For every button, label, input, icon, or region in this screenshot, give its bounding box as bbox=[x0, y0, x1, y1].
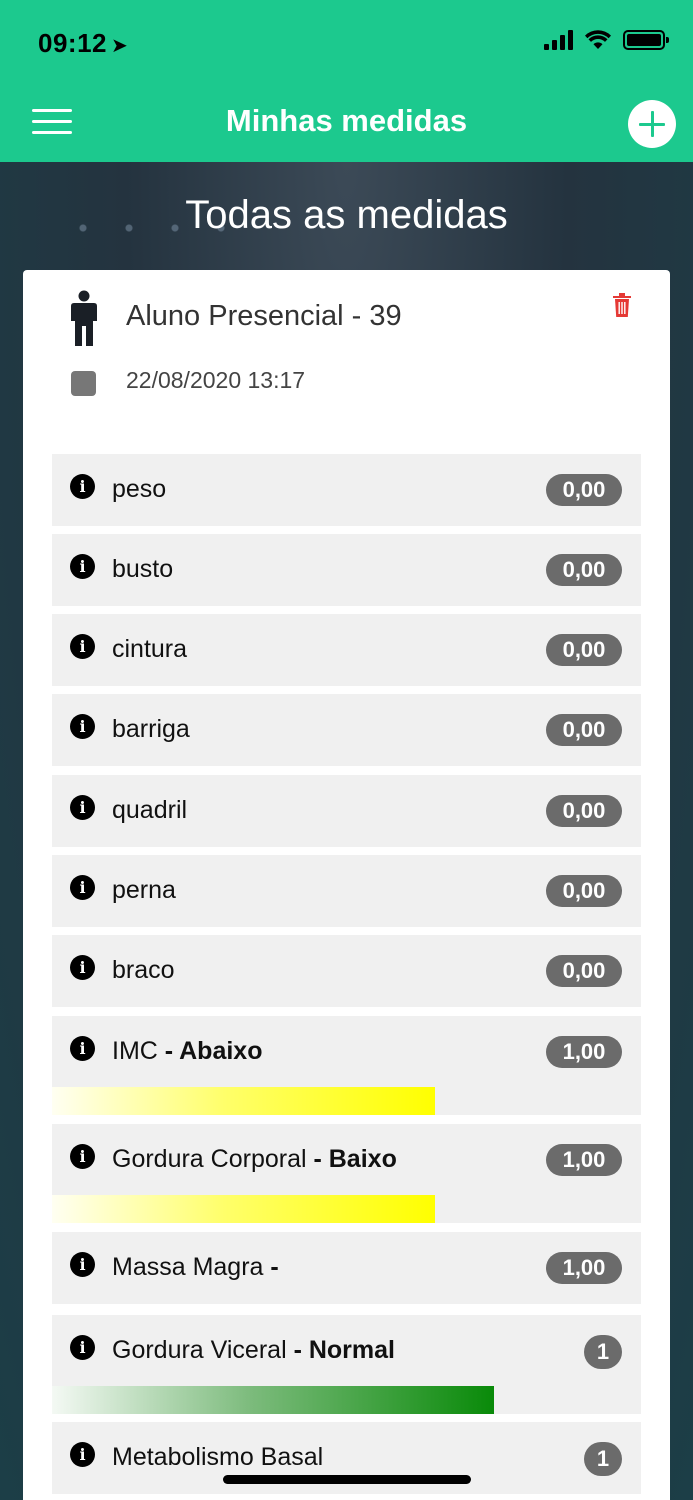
card-title: Aluno Presencial - 39 bbox=[126, 300, 402, 332]
measure-label: cintura bbox=[112, 635, 188, 663]
measure-row-massa-magra: i Massa Magra - 1,00 bbox=[52, 1232, 641, 1304]
measure-row-peso: i peso 0,00 bbox=[52, 454, 641, 526]
measure-value: 1,00 bbox=[546, 1036, 622, 1068]
measure-value: 0,00 bbox=[546, 875, 622, 907]
app-bar: Minhas medidas bbox=[0, 85, 693, 162]
measure-label: IMC - Abaixo bbox=[112, 1037, 262, 1066]
info-icon[interactable]: i bbox=[70, 1335, 95, 1360]
info-icon[interactable]: i bbox=[70, 714, 95, 739]
measure-row-braco: i braco 0,00 bbox=[52, 935, 641, 1007]
measure-name: Gordura Viceral bbox=[112, 1336, 287, 1364]
measure-status: - Normal bbox=[293, 1336, 395, 1364]
info-icon[interactable]: i bbox=[70, 875, 95, 900]
measure-value: 1,00 bbox=[546, 1144, 622, 1176]
measure-label: Massa Magra - bbox=[112, 1253, 279, 1282]
person-icon bbox=[71, 290, 97, 346]
gordura-viceral-level-bar bbox=[52, 1386, 494, 1414]
measure-label: Metabolismo Basal bbox=[112, 1443, 324, 1471]
trash-icon[interactable] bbox=[612, 292, 632, 318]
measure-status: - bbox=[270, 1253, 279, 1281]
info-icon[interactable]: i bbox=[70, 554, 95, 579]
measure-value: 1 bbox=[584, 1335, 622, 1369]
calendar-icon bbox=[71, 371, 96, 396]
info-icon[interactable]: i bbox=[70, 1144, 95, 1169]
measure-row-quadril: i quadril 0,00 bbox=[52, 775, 641, 847]
measure-status: - Abaixo bbox=[164, 1037, 263, 1065]
info-icon[interactable]: i bbox=[70, 955, 95, 980]
home-indicator[interactable] bbox=[223, 1475, 471, 1484]
measure-row-busto: i busto 0,00 bbox=[52, 534, 641, 606]
measurement-card: Aluno Presencial - 39 22/08/2020 13:17 i… bbox=[23, 270, 670, 1500]
measure-value: 0,00 bbox=[546, 795, 622, 827]
status-icons bbox=[544, 30, 669, 50]
measure-row-gordura-viceral: i Gordura Viceral - Normal 1 bbox=[52, 1315, 641, 1414]
measure-name: Massa Magra bbox=[112, 1253, 264, 1281]
status-time: 09:12 ➤ bbox=[38, 28, 128, 59]
info-icon[interactable]: i bbox=[70, 1252, 95, 1277]
measure-label: braco bbox=[112, 956, 175, 984]
location-arrow-icon: ➤ bbox=[111, 35, 129, 57]
gordura-corporal-level-bar bbox=[52, 1195, 435, 1223]
measure-label: Gordura Corporal - Baixo bbox=[112, 1145, 397, 1174]
measure-value: 0,00 bbox=[546, 474, 622, 506]
measure-status: - Baixo bbox=[313, 1145, 397, 1173]
measure-row-barriga: i barriga 0,00 bbox=[52, 694, 641, 766]
measure-name: Gordura Corporal bbox=[112, 1145, 307, 1173]
info-icon[interactable]: i bbox=[70, 1442, 95, 1467]
info-icon[interactable]: i bbox=[70, 634, 95, 659]
measure-row-imc: i IMC - Abaixo 1,00 bbox=[52, 1016, 641, 1115]
battery-icon bbox=[623, 30, 669, 50]
measure-value: 0,00 bbox=[546, 554, 622, 586]
info-icon[interactable]: i bbox=[70, 474, 95, 499]
measure-label: perna bbox=[112, 876, 176, 904]
add-measurement-button[interactable] bbox=[628, 100, 676, 148]
measure-row-perna: i perna 0,00 bbox=[52, 855, 641, 927]
imc-level-bar bbox=[52, 1087, 435, 1115]
measure-value: 1,00 bbox=[546, 1252, 622, 1284]
info-icon[interactable]: i bbox=[70, 795, 95, 820]
page-heading: Todas as medidas bbox=[185, 193, 508, 237]
measure-value: 0,00 bbox=[546, 714, 622, 746]
measure-value: 1 bbox=[584, 1442, 622, 1476]
measure-label: Gordura Viceral - Normal bbox=[112, 1336, 395, 1365]
wifi-icon bbox=[585, 30, 611, 49]
measure-label: barriga bbox=[112, 715, 190, 743]
measure-label: peso bbox=[112, 475, 167, 503]
measure-row-cintura: i cintura 0,00 bbox=[52, 614, 641, 686]
status-bar: 09:12 ➤ bbox=[0, 0, 693, 85]
app-title: Minhas medidas bbox=[225, 103, 468, 138]
measure-value: 0,00 bbox=[546, 634, 622, 666]
measure-label: quadril bbox=[112, 796, 188, 824]
card-date: 22/08/2020 13:17 bbox=[126, 367, 306, 393]
clock: 09:12 bbox=[38, 28, 107, 58]
measure-row-gordura-corporal: i Gordura Corporal - Baixo 1,00 bbox=[52, 1124, 641, 1223]
measure-label: busto bbox=[112, 555, 174, 583]
info-icon[interactable]: i bbox=[70, 1036, 95, 1061]
cellular-signal-icon bbox=[544, 30, 573, 50]
measure-name: IMC bbox=[112, 1037, 158, 1065]
measure-value: 0,00 bbox=[546, 955, 622, 987]
